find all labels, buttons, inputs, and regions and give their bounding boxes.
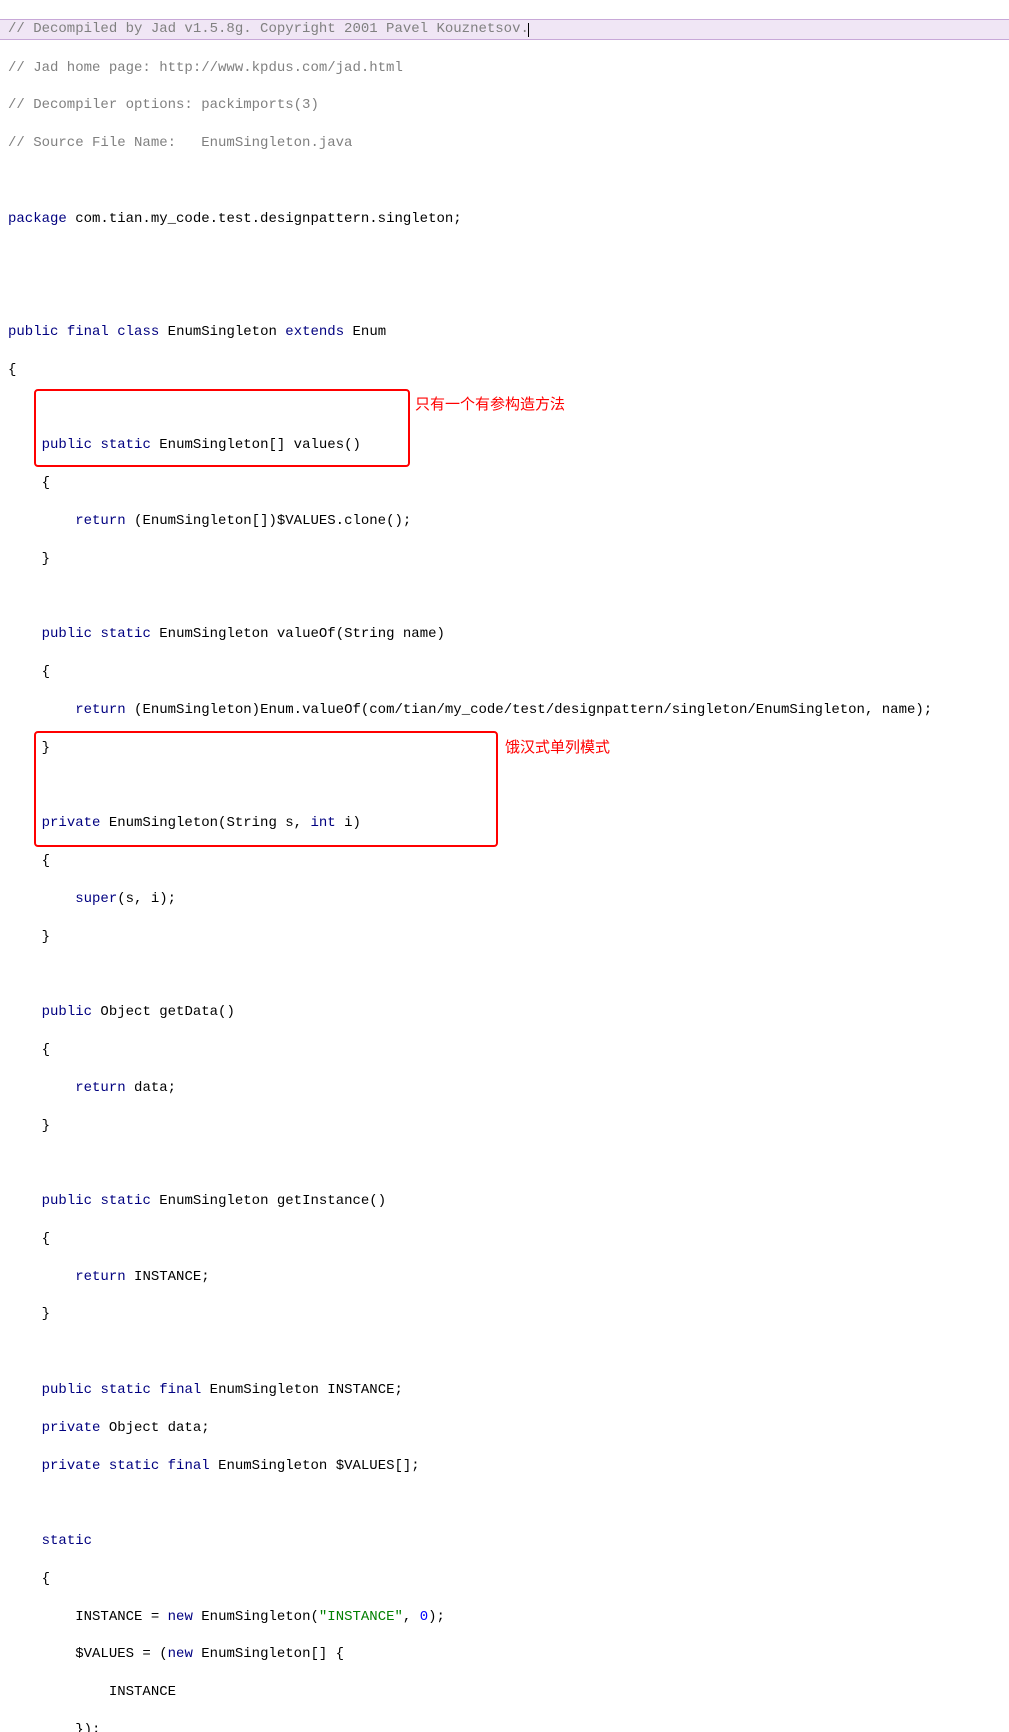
code-line: INSTANCE	[0, 1683, 1009, 1702]
code-line: public static EnumSingleton valueOf(Stri…	[0, 625, 1009, 644]
code-line: {	[0, 361, 1009, 380]
code-line: {	[0, 663, 1009, 682]
code-line	[0, 1154, 1009, 1173]
code-line: private Object data;	[0, 1419, 1009, 1438]
annotation-label-constructor: 只有一个有参构造方法	[415, 395, 565, 415]
code-line: // Decompiler options: packimports(3)	[0, 96, 1009, 115]
code-line: }	[0, 1117, 1009, 1136]
comment: // Source File Name: EnumSingleton.java	[8, 135, 352, 151]
code-line	[0, 172, 1009, 191]
code-editor: // Decompiled by Jad v1.5.8g. Copyright …	[0, 0, 1009, 1732]
code-line	[0, 777, 1009, 796]
code-line: });	[0, 1721, 1009, 1732]
code-line	[0, 1343, 1009, 1362]
code-line: {	[0, 474, 1009, 493]
code-line: {	[0, 1570, 1009, 1589]
code-line: }	[0, 928, 1009, 947]
comment: // Jad home page: http://www.kpdus.com/j…	[8, 60, 403, 76]
code-line: private EnumSingleton(String s, int i)	[0, 814, 1009, 833]
code-line: // Source File Name: EnumSingleton.java	[0, 134, 1009, 153]
code-line: package com.tian.my_code.test.designpatt…	[0, 210, 1009, 229]
code-line: public static final EnumSingleton INSTAN…	[0, 1381, 1009, 1400]
code-line: return (EnumSingleton[])$VALUES.clone();	[0, 512, 1009, 531]
code-line: public static EnumSingleton getInstance(…	[0, 1192, 1009, 1211]
code-line: }	[0, 550, 1009, 569]
code-line: {	[0, 852, 1009, 871]
code-line: super(s, i);	[0, 890, 1009, 909]
code-line: static	[0, 1532, 1009, 1551]
code-line: public final class EnumSingleton extends…	[0, 323, 1009, 342]
code-line: }	[0, 1305, 1009, 1324]
code-line: {	[0, 1230, 1009, 1249]
code-line: // Jad home page: http://www.kpdus.com/j…	[0, 59, 1009, 78]
code-line: public Object getData()	[0, 1003, 1009, 1022]
code-line	[0, 1494, 1009, 1513]
code-line	[0, 285, 1009, 304]
comment: // Decompiled by Jad v1.5.8g. Copyright …	[8, 21, 529, 37]
code-line: return INSTANCE;	[0, 1268, 1009, 1287]
comment: // Decompiler options: packimports(3)	[8, 97, 327, 113]
code-line: {	[0, 1041, 1009, 1060]
code-line	[0, 965, 1009, 984]
code-line: INSTANCE = new EnumSingleton("INSTANCE",…	[0, 1608, 1009, 1627]
code-line: $VALUES = (new EnumSingleton[] {	[0, 1645, 1009, 1664]
code-line: private static final EnumSingleton $VALU…	[0, 1457, 1009, 1476]
code-line: public static EnumSingleton[] values()	[0, 436, 1009, 455]
code-line	[0, 248, 1009, 267]
code-line: return (EnumSingleton)Enum.valueOf(com/t…	[0, 701, 1009, 720]
code-line: // Decompiled by Jad v1.5.8g. Copyright …	[0, 19, 1009, 40]
annotation-label-static: 饿汉式单列模式	[505, 738, 610, 758]
code-line: return data;	[0, 1079, 1009, 1098]
code-line	[0, 588, 1009, 607]
